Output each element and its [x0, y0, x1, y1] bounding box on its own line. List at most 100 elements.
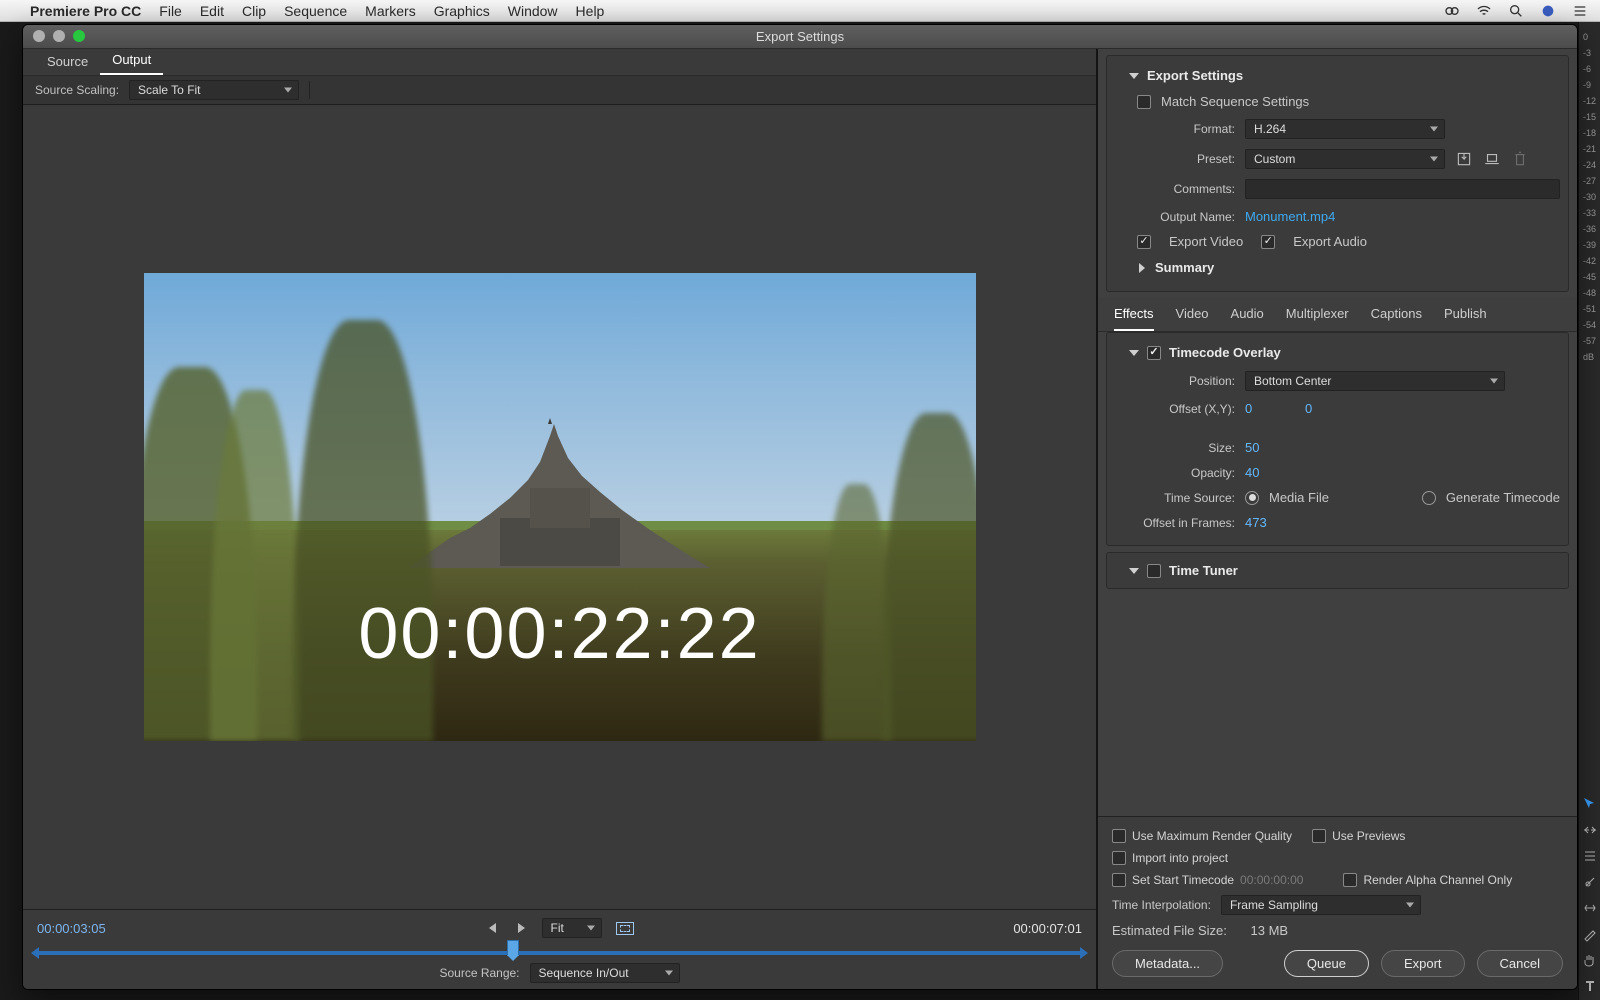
ripple-tool-icon[interactable]: [1582, 822, 1598, 838]
cc-cloud-icon[interactable]: [1444, 3, 1460, 19]
match-sequence-label: Match Sequence Settings: [1161, 94, 1309, 109]
window-titlebar[interactable]: Export Settings: [23, 25, 1577, 49]
metadata-button[interactable]: Metadata...: [1112, 950, 1223, 977]
disclosure-icon: [1129, 350, 1139, 356]
settings-pane: Export Settings Match Sequence Settings …: [1097, 49, 1577, 989]
use-previews-label: Use Previews: [1332, 829, 1405, 843]
tab-captions[interactable]: Captions: [1371, 298, 1422, 331]
time-tuner-header[interactable]: Time Tuner: [1115, 557, 1560, 584]
tab-audio[interactable]: Audio: [1231, 298, 1264, 331]
tab-output[interactable]: Output: [100, 48, 163, 75]
window-controls: [33, 30, 85, 42]
export-button[interactable]: Export: [1381, 950, 1465, 977]
disclosure-icon: [1129, 73, 1139, 79]
export-settings-header[interactable]: Export Settings: [1115, 62, 1560, 89]
track-tool-icon[interactable]: [1582, 848, 1598, 864]
render-alpha-checkbox[interactable]: [1343, 873, 1357, 887]
source-scaling-label: Source Scaling:: [35, 83, 119, 97]
export-audio-checkbox[interactable]: [1261, 235, 1275, 249]
menu-sequence[interactable]: Sequence: [284, 3, 347, 19]
hand-tool-icon[interactable]: [1582, 952, 1598, 968]
type-tool-icon[interactable]: [1582, 978, 1598, 994]
menu-clip[interactable]: Clip: [242, 3, 266, 19]
set-start-timecode-checkbox[interactable]: [1112, 873, 1126, 887]
time-source-generate-label: Generate Timecode: [1446, 490, 1560, 505]
match-sequence-checkbox[interactable]: [1137, 95, 1151, 109]
wifi-icon[interactable]: [1476, 3, 1492, 19]
offset-y-value[interactable]: 0: [1305, 401, 1312, 416]
import-preset-icon[interactable]: [1483, 151, 1501, 167]
time-source-media-label: Media File: [1269, 490, 1329, 505]
set-start-timecode-value: 00:00:00:00: [1240, 873, 1303, 887]
tab-multiplexer[interactable]: Multiplexer: [1286, 298, 1349, 331]
menu-graphics[interactable]: Graphics: [434, 3, 490, 19]
audio-meter-strip: 0 -3 -6 -9 -12 -15 -18 -21 -24 -27 -30 -…: [1578, 22, 1600, 1000]
step-forward-icon[interactable]: [514, 921, 528, 935]
menu-help[interactable]: Help: [576, 3, 605, 19]
time-interpolation-dropdown[interactable]: Frame Sampling: [1221, 895, 1421, 915]
opacity-value[interactable]: 40: [1245, 465, 1259, 480]
offset-frames-label: Offset in Frames:: [1115, 516, 1235, 530]
use-max-quality-checkbox[interactable]: [1112, 829, 1126, 843]
tab-publish[interactable]: Publish: [1444, 298, 1487, 331]
use-previews-checkbox[interactable]: [1312, 829, 1326, 843]
comments-input[interactable]: [1245, 179, 1560, 199]
tab-effects[interactable]: Effects: [1114, 298, 1154, 331]
timecode-overlay-group: Timecode Overlay Position: Bottom Center…: [1106, 332, 1569, 546]
summary-header[interactable]: Summary: [1115, 254, 1560, 281]
offset-frames-value[interactable]: 473: [1245, 515, 1267, 530]
zoom-button[interactable]: [73, 30, 85, 42]
time-tuner-checkbox[interactable]: [1147, 564, 1161, 578]
timecode-overlay-checkbox[interactable]: [1147, 346, 1161, 360]
menu-window[interactable]: Window: [508, 3, 558, 19]
menu-file[interactable]: File: [159, 3, 182, 19]
use-max-quality-label: Use Maximum Render Quality: [1132, 829, 1292, 843]
position-dropdown[interactable]: Bottom Center: [1245, 371, 1505, 391]
time-source-generate-radio[interactable]: [1422, 491, 1436, 505]
zoom-fit-dropdown[interactable]: Fit: [542, 918, 602, 938]
tab-source[interactable]: Source: [35, 50, 100, 75]
video-preview[interactable]: 00:00:22:22: [144, 273, 976, 741]
source-range-dropdown[interactable]: Sequence In/Out: [530, 963, 680, 983]
preview-timeline: 00:00:03:05 Fit 00:00:07:01 Source Range…: [23, 909, 1096, 989]
app-name[interactable]: Premiere Pro CC: [30, 3, 141, 19]
timecode-left[interactable]: 00:00:03:05: [37, 921, 106, 936]
output-name-link[interactable]: Monument.mp4: [1245, 209, 1335, 224]
notification-center-icon[interactable]: [1572, 3, 1588, 19]
cancel-button[interactable]: Cancel: [1477, 950, 1563, 977]
settings-subtabs: Effects Video Audio Multiplexer Captions…: [1098, 298, 1577, 332]
export-video-checkbox[interactable]: [1137, 235, 1151, 249]
time-source-media-radio[interactable]: [1245, 491, 1259, 505]
source-scaling-dropdown[interactable]: Scale To Fit: [129, 80, 299, 100]
menu-edit[interactable]: Edit: [200, 3, 224, 19]
range-track[interactable]: [37, 944, 1082, 955]
delete-preset-icon[interactable]: [1511, 151, 1529, 167]
disclosure-icon: [1129, 568, 1139, 574]
playhead[interactable]: [507, 940, 519, 956]
size-value[interactable]: 50: [1245, 440, 1259, 455]
timecode-overlay-header[interactable]: Timecode Overlay: [1115, 339, 1560, 366]
queue-button[interactable]: Queue: [1284, 950, 1369, 977]
selection-tool-icon[interactable]: [1582, 796, 1598, 812]
aspect-ratio-icon[interactable]: [616, 922, 634, 935]
step-back-icon[interactable]: [486, 921, 500, 935]
menu-markers[interactable]: Markers: [365, 3, 416, 19]
offset-x-value[interactable]: 0: [1245, 401, 1295, 416]
siri-icon[interactable]: [1540, 3, 1556, 19]
spotlight-icon[interactable]: [1508, 3, 1524, 19]
set-start-timecode-label: Set Start Timecode: [1132, 873, 1234, 887]
time-tuner-group: Time Tuner: [1106, 552, 1569, 589]
pen-tool-icon[interactable]: [1582, 926, 1598, 942]
slip-tool-icon[interactable]: [1582, 900, 1598, 916]
preset-dropdown[interactable]: Custom: [1245, 149, 1445, 169]
razor-tool-icon[interactable]: [1582, 874, 1598, 890]
format-dropdown[interactable]: H.264: [1245, 119, 1445, 139]
format-label: Format:: [1115, 122, 1235, 136]
preview-castle: [400, 418, 720, 578]
scaling-bar: Source Scaling: Scale To Fit: [23, 75, 1096, 105]
close-button[interactable]: [33, 30, 45, 42]
import-into-project-checkbox[interactable]: [1112, 851, 1126, 865]
tab-video[interactable]: Video: [1176, 298, 1209, 331]
save-preset-icon[interactable]: [1455, 151, 1473, 167]
minimize-button[interactable]: [53, 30, 65, 42]
